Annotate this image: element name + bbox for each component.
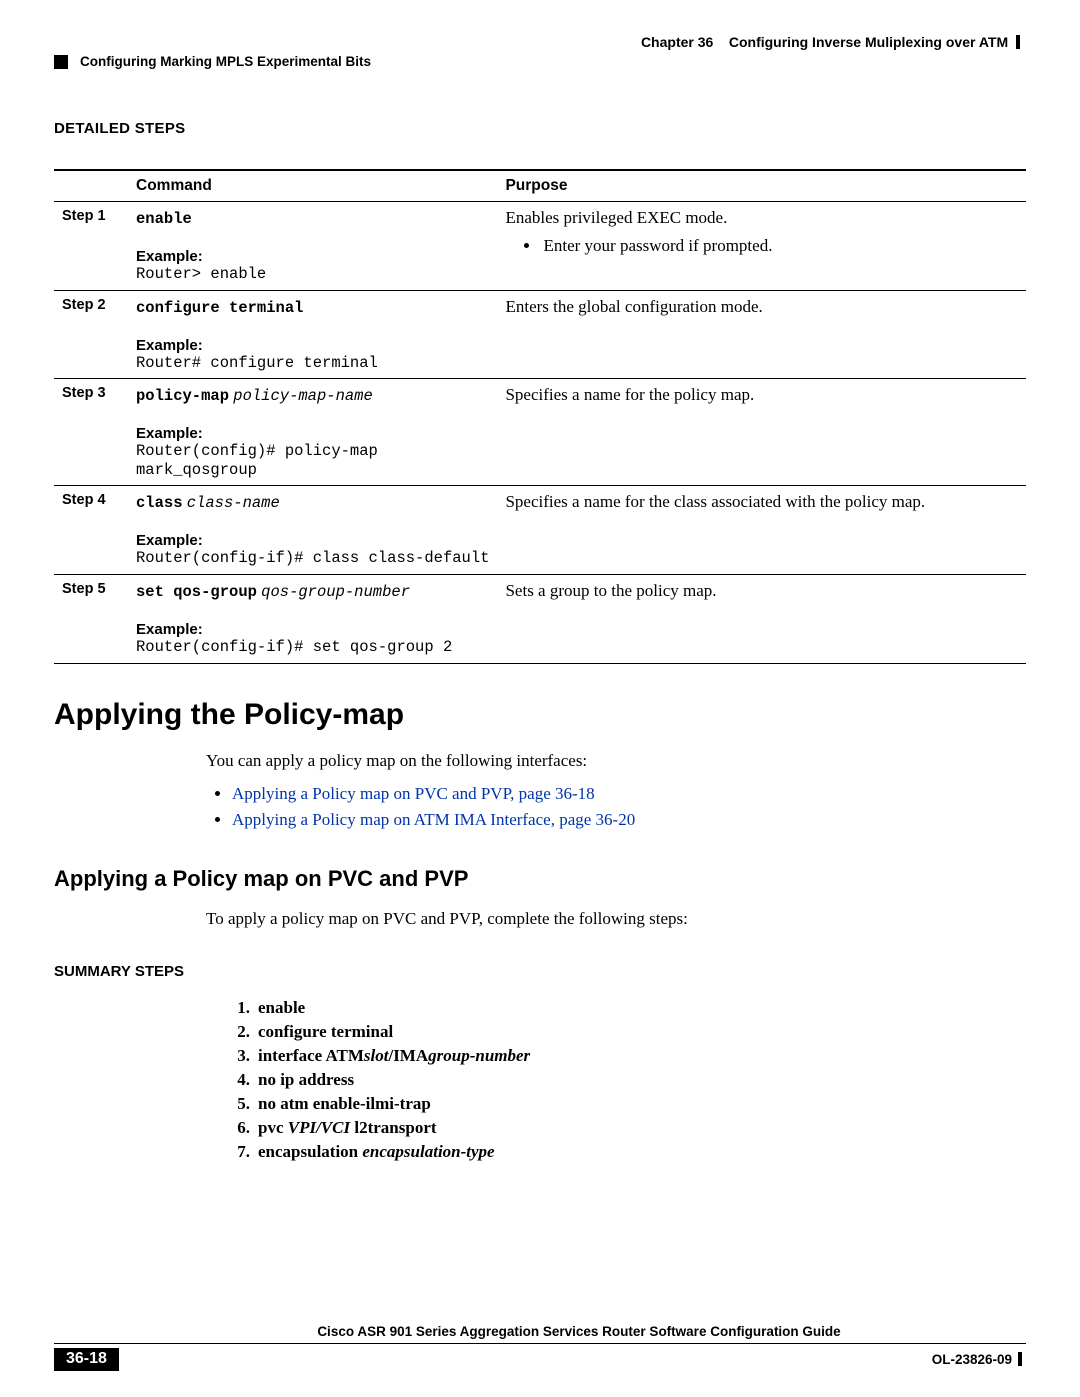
table-row: Step 1 enable Example: Router> enable En… bbox=[54, 202, 1026, 291]
table-row: Step 3 policy-map policy-map-name Exampl… bbox=[54, 379, 1026, 486]
footer-bottom-row: 36-18 OL-23826-09 bbox=[54, 1348, 1026, 1371]
list-item: 2.configure terminal bbox=[226, 1022, 1026, 1042]
steps-table: Command Purpose Step 1 enable Example: R… bbox=[54, 169, 1026, 664]
link-pvc-pvp[interactable]: Applying a Policy map on PVC and PVP, pa… bbox=[232, 784, 595, 803]
h2-intro-text: To apply a policy map on PVC and PVP, co… bbox=[206, 909, 688, 928]
list-item: 5.no atm enable-ilmi-trap bbox=[226, 1094, 1026, 1114]
list-item: 3.interface ATMslot/IMAgroup-number bbox=[226, 1046, 1026, 1066]
purpose-cell: Enables privileged EXEC mode. Enter your… bbox=[497, 202, 1026, 291]
list-item: 7.encapsulation encapsulation-type bbox=[226, 1142, 1026, 1162]
header-bar-icon bbox=[1016, 35, 1020, 49]
heading-applying-pvc-pvp: Applying a Policy map on PVC and PVP bbox=[54, 866, 1026, 892]
purpose-text: Specifies a name for the class associate… bbox=[505, 492, 925, 511]
col-purpose: Purpose bbox=[497, 170, 1026, 202]
example-label: Example: bbox=[136, 248, 489, 265]
intro-paragraph: You can apply a policy map on the follow… bbox=[206, 750, 1026, 833]
chapter-line: Chapter 36 Configuring Inverse Muliplexi… bbox=[54, 34, 1026, 50]
step-label: Step 5 bbox=[54, 574, 128, 663]
list-item: 6.pvc VPI/VCI l2transport bbox=[226, 1118, 1026, 1138]
example-label: Example: bbox=[136, 425, 489, 442]
command-cell: set qos-group qos-group-number Example: … bbox=[128, 574, 497, 663]
step-label: Step 1 bbox=[54, 202, 128, 291]
purpose-text: Enters the global configuration mode. bbox=[505, 297, 762, 316]
footer-bar-icon bbox=[1018, 1352, 1022, 1366]
square-bullet-icon bbox=[54, 55, 68, 69]
example-code: Router(config-if)# set qos-group 2 bbox=[136, 638, 489, 657]
command-cell: enable Example: Router> enable bbox=[128, 202, 497, 291]
summary-steps-list: 1.enable 2.configure terminal 3.interfac… bbox=[226, 998, 1026, 1162]
cmd-bold: configure terminal bbox=[136, 299, 303, 317]
cmd-bold: set qos-group bbox=[136, 583, 257, 601]
cmd-ital: qos-group-number bbox=[261, 583, 410, 601]
chapter-label: Chapter 36 bbox=[641, 34, 713, 50]
page-number-badge: 36-18 bbox=[54, 1348, 119, 1371]
cmd-ital: policy-map-name bbox=[233, 387, 373, 405]
purpose-text: Specifies a name for the policy map. bbox=[505, 385, 754, 404]
command-cell: class class-name Example: Router(config-… bbox=[128, 486, 497, 575]
purpose-cell: Enters the global configuration mode. bbox=[497, 290, 1026, 379]
table-row: Step 4 class class-name Example: Router(… bbox=[54, 486, 1026, 575]
document-number: OL-23826-09 bbox=[932, 1352, 1026, 1367]
table-row: Step 5 set qos-group qos-group-number Ex… bbox=[54, 574, 1026, 663]
example-code: Router(config-if)# class class-default bbox=[136, 549, 489, 568]
list-item: 1.enable bbox=[226, 998, 1026, 1018]
page-content: DETAILED STEPS Command Purpose Step 1 en… bbox=[54, 120, 1026, 1166]
col-step-blank bbox=[54, 170, 128, 202]
chapter-title: Configuring Inverse Muliplexing over ATM bbox=[729, 34, 1008, 50]
command-cell: configure terminal Example: Router# conf… bbox=[128, 290, 497, 379]
link-atm-ima[interactable]: Applying a Policy map on ATM IMA Interfa… bbox=[232, 810, 635, 829]
cmd-bold: enable bbox=[136, 210, 192, 228]
purpose-bullet: Enter your password if prompted. bbox=[541, 236, 1018, 256]
list-item: 4.no ip address bbox=[226, 1070, 1026, 1090]
command-cell: policy-map policy-map-name Example: Rout… bbox=[128, 379, 497, 486]
col-command: Command bbox=[128, 170, 497, 202]
h2-intro: To apply a policy map on PVC and PVP, co… bbox=[206, 908, 1026, 931]
cmd-ital: class-name bbox=[187, 494, 280, 512]
example-code: Router# configure terminal bbox=[136, 354, 489, 373]
purpose-cell: Specifies a name for the policy map. bbox=[497, 379, 1026, 486]
cmd-bold: policy-map bbox=[136, 387, 229, 405]
detailed-steps-heading: DETAILED STEPS bbox=[54, 120, 1026, 137]
example-label: Example: bbox=[136, 337, 489, 354]
footer-guide-title: Cisco ASR 901 Series Aggregation Service… bbox=[54, 1324, 1026, 1344]
example-code: Router(config)# policy-map mark_qosgroup bbox=[136, 442, 489, 479]
page-footer: Cisco ASR 901 Series Aggregation Service… bbox=[54, 1324, 1026, 1371]
section-title: Configuring Marking MPLS Experimental Bi… bbox=[80, 54, 371, 69]
step-label: Step 4 bbox=[54, 486, 128, 575]
section-line: Configuring Marking MPLS Experimental Bi… bbox=[54, 54, 1026, 69]
step-label: Step 2 bbox=[54, 290, 128, 379]
cmd-bold: class bbox=[136, 494, 183, 512]
example-label: Example: bbox=[136, 621, 489, 638]
summary-steps-heading: SUMMARY STEPS bbox=[54, 963, 1026, 980]
example-label: Example: bbox=[136, 532, 489, 549]
running-header: Chapter 36 Configuring Inverse Muliplexi… bbox=[54, 34, 1026, 69]
purpose-cell: Specifies a name for the class associate… bbox=[497, 486, 1026, 575]
heading-applying-policy-map: Applying the Policy-map bbox=[54, 698, 1026, 732]
example-code: Router> enable bbox=[136, 265, 489, 284]
purpose-cell: Sets a group to the policy map. bbox=[497, 574, 1026, 663]
table-row: Step 2 configure terminal Example: Route… bbox=[54, 290, 1026, 379]
intro-text: You can apply a policy map on the follow… bbox=[206, 751, 587, 770]
purpose-text: Enables privileged EXEC mode. bbox=[505, 208, 727, 227]
purpose-text: Sets a group to the policy map. bbox=[505, 581, 716, 600]
step-label: Step 3 bbox=[54, 379, 128, 486]
